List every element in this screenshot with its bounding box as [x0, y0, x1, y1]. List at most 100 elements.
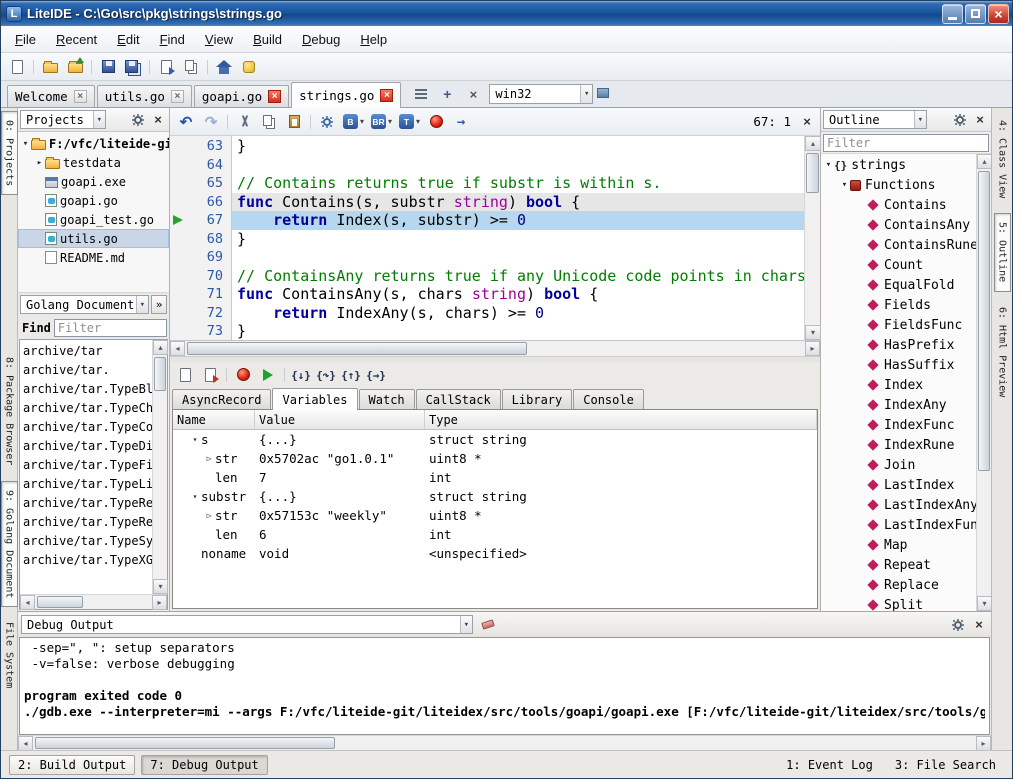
project-item-utils-go[interactable]: utils.go: [18, 229, 169, 248]
outline-item-map[interactable]: Map: [821, 535, 976, 555]
tab-goapi-go[interactable]: goapi.go×: [194, 85, 289, 107]
projects-menu-button[interactable]: [129, 111, 147, 129]
copy-button[interactable]: [257, 111, 281, 133]
side-tab-6-html-preview[interactable]: 6: Html Preview: [994, 298, 1011, 406]
clear-output-button[interactable]: [173, 364, 197, 386]
project-item-testdata[interactable]: ▸testdata: [18, 153, 169, 172]
paste-button[interactable]: [282, 111, 306, 133]
outline-item-indexfunc[interactable]: IndexFunc: [821, 415, 976, 435]
variable-row[interactable]: ▾s{...}struct string: [173, 430, 817, 449]
scrollbar-thumb[interactable]: [35, 737, 335, 749]
home-button[interactable]: [212, 56, 236, 78]
expand-arrow[interactable]: ▾: [823, 160, 834, 170]
doc-list-item[interactable]: archive/tar: [20, 341, 152, 360]
doc-list-item[interactable]: archive/tar.: [20, 360, 152, 379]
step-out-button[interactable]: [339, 364, 363, 386]
debug-output-hscrollbar[interactable]: ◂ ▸: [18, 735, 991, 750]
debug-tab-library[interactable]: Library: [502, 389, 573, 409]
new-file-button[interactable]: [5, 56, 29, 78]
stop-debug-button[interactable]: [231, 364, 255, 386]
build-br-button[interactable]: BR▾: [368, 111, 395, 133]
expand-arrow[interactable]: ▾: [839, 180, 850, 190]
scroll-down-icon[interactable]: ▾: [977, 596, 992, 611]
doc-list-item[interactable]: archive/tar.TypeChar: [20, 398, 152, 417]
scroll-left-icon[interactable]: ◂: [20, 595, 35, 610]
outline-item-contains[interactable]: Contains: [821, 195, 976, 215]
editor-vscrollbar[interactable]: ▴ ▾: [804, 136, 820, 340]
code-line[interactable]: // Contains returns true if substr is wi…: [232, 174, 804, 193]
projects-combo[interactable]: Projects ▾: [20, 110, 106, 129]
outline-item-repeat[interactable]: Repeat: [821, 555, 976, 575]
editor-hscrollbar[interactable]: ◂ ▸: [170, 340, 820, 356]
outline-item-hassuffix[interactable]: HasSuffix: [821, 355, 976, 375]
outline-item-indexrune[interactable]: IndexRune: [821, 435, 976, 455]
code-line[interactable]: return Index(s, substr) >= 0: [232, 211, 804, 230]
continue-debug-button[interactable]: [256, 364, 280, 386]
debug-tab-asyncrecord[interactable]: AsyncRecord: [172, 389, 271, 409]
doc-list-item[interactable]: archive/tar.TypeSymlink: [20, 531, 152, 550]
tab-close-icon[interactable]: ×: [268, 90, 281, 103]
expand-arrow[interactable]: ▾: [189, 435, 201, 444]
menu-build[interactable]: Build: [243, 26, 292, 52]
tab-close-icon[interactable]: ×: [74, 90, 87, 103]
run-to-line-button[interactable]: [364, 364, 388, 386]
outline-item-equalfold[interactable]: EqualFold: [821, 275, 976, 295]
side-tab-0-projects[interactable]: 0: Projects: [1, 111, 18, 195]
doc-list-item[interactable]: archive/tar.TypeRegA: [20, 512, 152, 531]
maximize-button[interactable]: [965, 4, 986, 24]
open-folder-button[interactable]: [63, 56, 87, 78]
tab-close-icon[interactable]: ×: [380, 89, 393, 102]
side-tab-5-outline[interactable]: 5: Outline: [994, 213, 1011, 291]
menu-file[interactable]: File: [5, 26, 46, 52]
scroll-left-icon[interactable]: ◂: [18, 736, 33, 751]
outline-combo[interactable]: Outline ▾: [823, 110, 927, 129]
debug-tab-watch[interactable]: Watch: [359, 389, 415, 409]
doc-browser-combo[interactable]: Golang Document ▾: [20, 295, 149, 314]
export-log-button[interactable]: [198, 364, 222, 386]
doc-list-item[interactable]: archive/tar.TypeCont: [20, 417, 152, 436]
outline-close-button[interactable]: ×: [971, 111, 989, 129]
editor-code[interactable]: }// Contains returns true if substr is w…: [232, 136, 804, 340]
menu-edit[interactable]: Edit: [107, 26, 149, 52]
doc-list-item[interactable]: archive/tar.TypeXGlobalHeader: [20, 550, 152, 569]
outline-item-fieldsfunc[interactable]: FieldsFunc: [821, 315, 976, 335]
outline-item-replace[interactable]: Replace: [821, 575, 976, 595]
side-tab-9-golang-document[interactable]: 9: Golang Document: [1, 481, 18, 607]
scroll-right-icon[interactable]: ▸: [152, 595, 167, 610]
variable-row[interactable]: nonamevoid<unspecified>: [173, 544, 817, 563]
project-item-readme-md[interactable]: README.md: [18, 248, 169, 267]
doc-filter-input[interactable]: [54, 319, 167, 337]
outline-item-split[interactable]: Split: [821, 595, 976, 611]
tab-welcome[interactable]: Welcome×: [7, 85, 95, 107]
doc-list-item[interactable]: archive/tar.TypeFifo: [20, 455, 152, 474]
scroll-down-icon[interactable]: ▾: [805, 325, 821, 340]
scroll-right-icon[interactable]: ▸: [976, 736, 991, 751]
undo-button[interactable]: [174, 111, 198, 133]
title-bar[interactable]: L LiteIDE - C:\Go\src\pkg\strings\string…: [1, 1, 1012, 26]
outline-item-lastindexany[interactable]: LastIndexAny: [821, 495, 976, 515]
open-file-button[interactable]: [38, 56, 62, 78]
env-settings-button[interactable]: [593, 82, 613, 104]
outline-item-index[interactable]: Index: [821, 375, 976, 395]
outline-menu-button[interactable]: [951, 111, 969, 129]
debug-output-text[interactable]: -sep=", ": setup separators -v=false: ve…: [19, 637, 990, 735]
menu-debug[interactable]: Debug: [292, 26, 350, 52]
save-button[interactable]: [96, 56, 120, 78]
tab-close-button[interactable]: [461, 83, 485, 105]
cut-button[interactable]: [232, 111, 256, 133]
step-into-button[interactable]: [289, 364, 313, 386]
outline-item-hasprefix[interactable]: HasPrefix: [821, 335, 976, 355]
scroll-up-icon[interactable]: ▴: [977, 154, 992, 169]
variable-row[interactable]: len6int: [173, 525, 817, 544]
tab-utils-go[interactable]: utils.go×: [97, 85, 192, 107]
outline-item-functions[interactable]: ▾Functions: [821, 175, 976, 195]
side-tab-file-system[interactable]: File System: [1, 613, 18, 697]
doc-list-vscrollbar[interactable]: ▴ ▾: [152, 340, 167, 594]
outline-item-containsrune[interactable]: ContainsRune: [821, 235, 976, 255]
status-2-build-output[interactable]: 2: Build Output: [9, 755, 135, 775]
debug-output-combo[interactable]: Debug Output ▾: [21, 615, 473, 634]
goto-line-button[interactable]: [449, 111, 473, 133]
close-button[interactable]: ×: [988, 4, 1009, 24]
menu-recent[interactable]: Recent: [46, 26, 107, 52]
code-editor[interactable]: 6364656667686970717273 }// Contains retu…: [170, 136, 820, 340]
